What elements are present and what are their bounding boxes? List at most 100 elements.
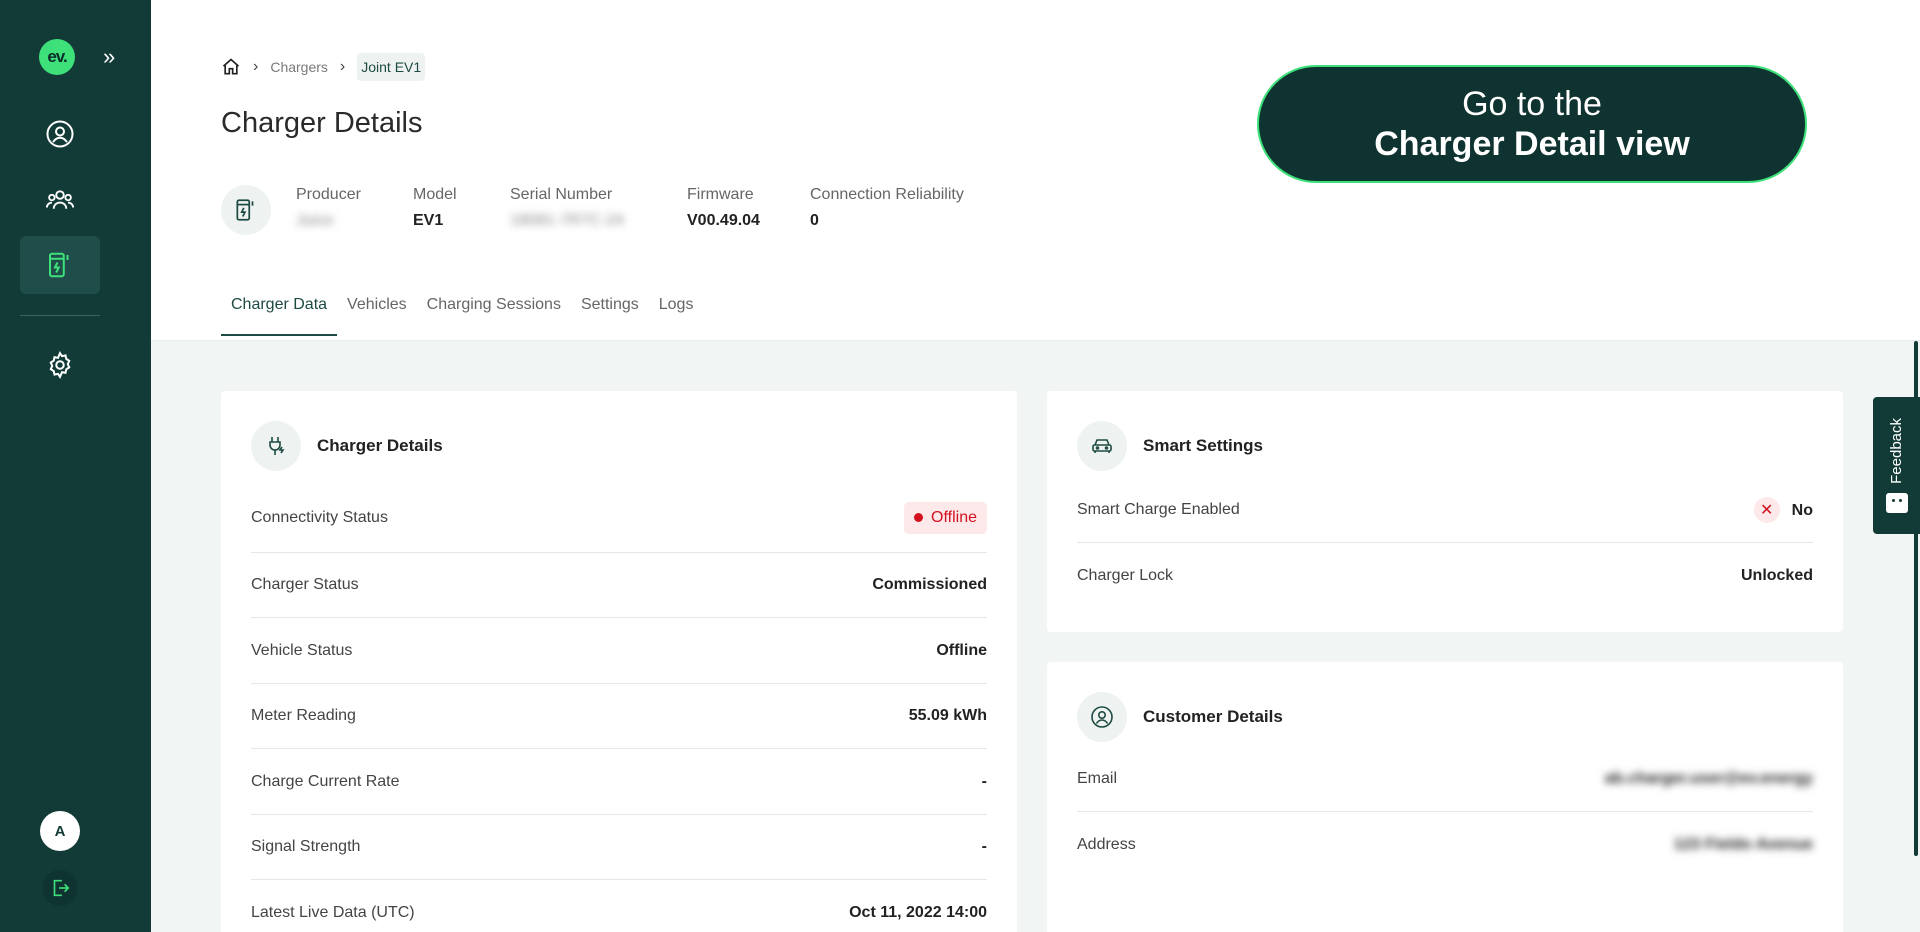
gear-icon: [49, 351, 71, 379]
tab-logs[interactable]: Logs: [649, 290, 704, 336]
row-label: Address: [1077, 835, 1136, 853]
row-label: Connectivity Status: [251, 508, 388, 526]
plug-icon: [251, 421, 301, 471]
row-value: Commissioned: [872, 576, 987, 593]
charger-details-card: Charger Details Connectivity Status Offl…: [221, 391, 1017, 932]
row-value: ✕ No: [1753, 497, 1813, 523]
row-value: ab.charger.user@ev.energy: [1604, 770, 1813, 787]
row-label: Vehicle Status: [251, 641, 353, 659]
customer-details-card: Customer Details Email ab.charger.user@e…: [1047, 662, 1843, 932]
smiley-icon: [1885, 493, 1908, 514]
row-value: -: [981, 772, 987, 790]
card-header: Charger Details: [221, 391, 1017, 471]
cta-line1: Go to the: [1462, 85, 1602, 123]
reliability-label: Connection Reliability: [810, 186, 964, 203]
row-charger-lock: Charger Lock Unlocked: [1077, 543, 1813, 608]
producer-label: Producer: [296, 186, 361, 203]
row-charge-current-rate: Charge Current Rate -: [251, 749, 987, 815]
feedback-label: Feedback: [1888, 417, 1905, 484]
card-title: Smart Settings: [1143, 436, 1263, 455]
row-value: 55.09 kWh: [908, 707, 987, 724]
charger-icon: [49, 252, 69, 278]
info-firmware: Firmware V00.49.04: [687, 186, 760, 230]
row-value: Offline: [936, 641, 987, 659]
info-serial: Serial Number 18081-7R7C-24: [510, 186, 624, 230]
row-label: Latest Live Data (UTC): [251, 904, 415, 921]
card-title: Charger Details: [317, 436, 443, 455]
firmware-label: Firmware: [687, 186, 754, 203]
ev-logo[interactable]: ev.: [39, 39, 75, 75]
row-value: Oct 11, 2022 14:00: [849, 904, 987, 921]
feedback-button[interactable]: Feedback: [1873, 397, 1920, 534]
avatar[interactable]: A: [40, 811, 80, 851]
cta-line2: Charger Detail view: [1374, 125, 1690, 163]
row-value: 123 Fieldo Avenue: [1673, 835, 1813, 853]
model-label: Model: [413, 186, 457, 203]
page-header: › Chargers › Joint EV1 Charger Details P…: [151, 0, 1920, 341]
page-title: Charger Details: [221, 107, 423, 139]
logout-icon: [53, 879, 70, 897]
serial-label: Serial Number: [510, 186, 613, 203]
charger-detail-view-button[interactable]: Go to the Charger Detail view: [1257, 65, 1807, 183]
row-email: Email ab.charger.user@ev.energy: [1077, 747, 1813, 812]
row-latest-live-data: Latest Live Data (UTC) Oct 11, 2022 14:0…: [251, 880, 987, 932]
card-title: Customer Details: [1143, 707, 1283, 726]
charger-info-icon: [221, 185, 271, 235]
main-content: Charger Details Connectivity Status Offl…: [151, 341, 1920, 932]
tab-charger-data[interactable]: Charger Data: [221, 290, 338, 336]
row-label: Signal Strength: [251, 838, 361, 855]
smart-charge-value: No: [1791, 502, 1813, 519]
row-address: Address 123 Fieldo Avenue: [1077, 812, 1813, 877]
info-model: Model EV1: [413, 186, 457, 230]
tab-bar: Charger Data Vehicles Charging Sessions …: [221, 290, 703, 336]
car-icon: [1077, 421, 1127, 471]
row-label: Charge Current Rate: [251, 772, 400, 790]
row-label: Email: [1077, 770, 1118, 787]
chevron-right-icon: ›: [339, 58, 346, 75]
row-meter-reading: Meter Reading 55.09 kWh: [251, 684, 987, 749]
close-icon: ✕: [1753, 497, 1780, 523]
reliability-value: 0: [810, 212, 819, 229]
row-signal-strength: Signal Strength -: [251, 815, 987, 880]
firmware-value: V00.49.04: [687, 212, 760, 229]
sidebar-item-settings[interactable]: [20, 336, 100, 394]
tab-vehicles[interactable]: Vehicles: [337, 290, 417, 336]
tab-settings[interactable]: Settings: [571, 290, 649, 336]
chevron-right-icon: ›: [253, 58, 259, 75]
info-producer: Producer Juice: [296, 186, 361, 230]
info-reliability: Connection Reliability 0: [810, 186, 964, 230]
row-label: Meter Reading: [251, 707, 356, 724]
logout-button[interactable]: [42, 870, 78, 906]
model-value: EV1: [413, 212, 444, 229]
breadcrumb: › Chargers › Joint EV1: [221, 53, 426, 81]
row-value: Unlocked: [1740, 566, 1813, 584]
row-label: Smart Charge Enabled: [1077, 501, 1240, 518]
sidebar-item-users[interactable]: [20, 171, 100, 229]
smart-settings-card: Smart Settings Smart Charge Enabled ✕ No …: [1047, 391, 1843, 632]
producer-value: Juice: [296, 212, 334, 229]
row-connectivity-status: Connectivity Status Offline: [251, 483, 987, 553]
users-icon: [45, 190, 75, 209]
charger-icon: [236, 199, 254, 221]
breadcrumb-current: Joint EV1: [357, 53, 426, 81]
expand-sidebar-icon[interactable]: »: [103, 46, 115, 68]
badge-text: Offline: [931, 508, 977, 526]
user-circle-icon: [1077, 692, 1127, 742]
breadcrumb-chargers[interactable]: Chargers: [270, 59, 328, 75]
row-label: Charger Lock: [1077, 566, 1174, 584]
card-header: Customer Details: [1047, 662, 1843, 742]
row-vehicle-status: Vehicle Status Offline: [251, 618, 987, 684]
home-icon[interactable]: [221, 57, 241, 77]
row-charger-status: Charger Status Commissioned: [251, 553, 987, 618]
row-value: -: [981, 838, 987, 855]
tab-charging-sessions[interactable]: Charging Sessions: [417, 290, 571, 336]
row-smart-charge-enabled: Smart Charge Enabled ✕ No: [1077, 478, 1813, 543]
row-label: Charger Status: [251, 576, 359, 593]
sidebar: ev. » A: [0, 0, 151, 932]
card-header: Smart Settings: [1047, 391, 1843, 471]
sidebar-item-account[interactable]: [20, 105, 100, 163]
serial-value: 18081-7R7C-24: [510, 212, 624, 229]
sidebar-item-chargers[interactable]: [20, 236, 100, 294]
user-circle-icon: [46, 120, 74, 148]
status-badge: Offline: [904, 501, 987, 534]
